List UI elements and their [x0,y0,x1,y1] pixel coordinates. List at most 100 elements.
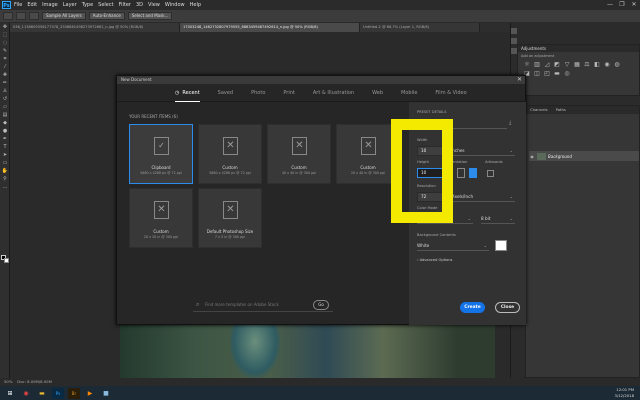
app-taskbar-icon[interactable]: ■ [100,388,112,399]
photo-filter-icon[interactable]: ◉ [604,62,610,68]
recent-item-clipboard[interactable]: ✓ Clipboard 5680 x 4288 px @ 72 ppi [129,124,193,184]
tab-film-video[interactable]: Film & Video [435,84,466,102]
bridge-taskbar-icon[interactable]: Br [68,387,80,399]
background-color-swatch[interactable] [4,258,9,263]
background-contents-select[interactable]: White ⌄ [417,241,489,251]
hand-tool-icon[interactable]: ✋ [1,168,9,175]
pen-tool-icon[interactable]: ✒ [1,136,9,143]
exposure-icon[interactable]: ◩ [554,62,560,68]
tab-web[interactable]: Web [372,84,383,102]
search-input[interactable]: Find more templates on Adobe Stock [205,302,279,307]
menu-filter[interactable]: Filter [119,2,131,8]
doc-tab-1[interactable]: 036_1138609356177378_3336861498273972661… [10,23,180,32]
menu-layer[interactable]: Layer [63,2,77,8]
shape-tool-icon[interactable]: ▭ [1,160,9,167]
tab-saved[interactable]: Saved [218,84,233,102]
media-player-icon[interactable]: ▶ [84,388,96,399]
brush-size-icon[interactable] [29,12,39,20]
tab-recent[interactable]: ◷ Recent [175,84,200,102]
portrait-orientation-button[interactable] [457,168,465,178]
eraser-tool-icon[interactable]: ▱ [1,104,9,111]
select-and-mask-button[interactable]: Select and Mask... [127,12,173,20]
levels-icon[interactable]: ▥ [534,62,540,68]
vibrance-icon[interactable]: ▽ [564,62,570,68]
dodge-tool-icon[interactable]: ● [1,128,9,135]
create-button[interactable]: Create [460,302,485,313]
windows-start-icon[interactable]: ⊞ [4,388,16,399]
move-tool-icon[interactable]: ✥ [1,24,9,31]
crop-tool-icon[interactable]: ⌗ [1,56,9,63]
photoshop-taskbar-icon[interactable]: Ps [52,387,64,399]
quick-select-tool-icon[interactable]: ✎ [1,48,9,55]
channel-mixer-icon[interactable]: ◍ [614,62,620,68]
brush-tool-icon[interactable]: ✏ [1,80,9,87]
tab-paths[interactable]: Paths [552,106,570,114]
path-select-tool-icon[interactable]: ➤ [1,152,9,159]
threshold-icon[interactable]: ◰ [544,71,550,77]
history-brush-icon[interactable]: ↺ [1,96,9,103]
selection-mode-icon[interactable] [16,12,26,20]
zoom-level[interactable]: 50% [4,379,12,384]
adobe-stock-search[interactable]: ⌕ Find more templates on Adobe Stock [193,298,333,312]
chrome-icon[interactable]: ◉ [20,388,32,399]
color-balance-icon[interactable]: ⚖ [584,62,590,68]
recent-item-default-photoshop[interactable]: ✕ Default Photoshop Size 7 x 5 in @ 300 … [198,188,262,248]
tool-preset-icon[interactable] [3,12,13,20]
close-button[interactable]: Close [495,302,520,313]
tab-photo[interactable]: Photo [251,84,265,102]
brightness-icon[interactable]: ☼ [524,62,530,68]
black-white-icon[interactable]: ◧ [594,62,600,68]
width-unit-select[interactable]: Inches ⌄ [451,146,515,156]
blur-tool-icon[interactable]: ◆ [1,120,9,127]
posterize-icon[interactable]: ◫ [534,71,540,77]
tab-print[interactable]: Print [283,84,295,102]
recent-item-custom-1[interactable]: ✕ Custom 5680 x 4288 px @ 72 ppi [198,124,262,184]
stamp-tool-icon[interactable]: ♙ [1,88,9,95]
artboards-checkbox[interactable] [487,170,494,177]
menu-select[interactable]: Select [98,2,113,8]
lasso-tool-icon[interactable]: ◌ [1,40,9,47]
recent-item-custom-2[interactable]: ✕ Custom 40 x 40 in @ 300 ppi [267,124,331,184]
hue-saturation-icon[interactable]: ▦ [574,62,580,68]
gradient-tool-icon[interactable]: ▤ [1,112,9,119]
background-color-swatch[interactable] [495,240,507,251]
recent-item-custom-4[interactable]: ✕ Custom 20 x 20 in @ 300 ppi [129,188,193,248]
bit-depth-select[interactable]: 8 bit ⌄ [481,214,515,224]
curves-icon[interactable]: ◿ [544,62,550,68]
menu-image[interactable]: Image [42,2,58,8]
tab-channels[interactable]: Channels [526,106,552,114]
menu-help[interactable]: Help [190,2,201,8]
dialog-close-icon[interactable]: ✕ [517,76,522,84]
close-window-icon[interactable]: ✕ [628,0,640,10]
history-panel-icon[interactable] [511,28,517,34]
auto-enhance-checkbox[interactable]: Auto-Enhance [88,12,125,20]
menu-edit[interactable]: Edit [27,2,37,8]
doc-tab-3[interactable]: Untitled-2 @ 66.7% (Layer 1, RGB/8) [360,23,480,32]
save-preset-icon[interactable]: ⤓ [509,120,511,126]
restore-icon[interactable]: ❐ [616,0,628,10]
menu-window[interactable]: Window [165,2,185,8]
layer-background-row[interactable]: ◉ Background [529,151,639,161]
tab-mobile[interactable]: Mobile [401,84,417,102]
selective-color-icon[interactable]: ◎ [564,71,570,77]
tab-art-illustration[interactable]: Art & Illustration [313,84,354,102]
menu-type[interactable]: Type [82,2,93,8]
marquee-tool-icon[interactable]: ⬚ [1,32,9,39]
advanced-options-toggle[interactable]: › Advanced Options [417,258,452,262]
gradient-map-icon[interactable]: ▬ [554,71,560,77]
menu-3d[interactable]: 3D [136,2,143,8]
go-button[interactable]: Go [313,300,329,310]
zoom-tool-icon[interactable]: ⚲ [1,176,9,183]
eyedropper-tool-icon[interactable]: ⁄ [1,64,9,71]
healing-tool-icon[interactable]: ✚ [1,72,9,79]
menu-view[interactable]: View [148,2,160,8]
landscape-orientation-button[interactable] [469,168,477,178]
visibility-eye-icon[interactable]: ◉ [529,154,535,159]
sample-all-layers-checkbox[interactable]: Sample All Layers [42,12,86,20]
resolution-unit-select[interactable]: Pixels/Inch ⌄ [451,192,515,202]
file-explorer-icon[interactable]: ▬ [36,388,48,399]
more-tools-icon[interactable]: … [1,184,9,191]
minimize-icon[interactable]: — [604,0,616,10]
type-tool-icon[interactable]: T [1,144,9,151]
doc-tab-2[interactable]: 17003248_1462732807979555_68634594874926… [180,23,360,32]
